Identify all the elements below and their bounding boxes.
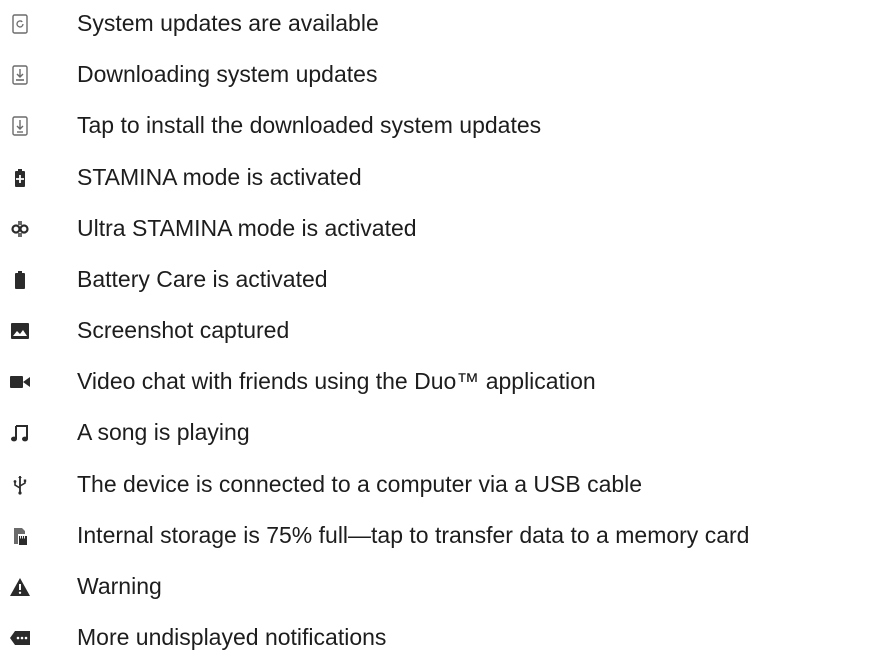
list-item-label: Battery Care is activated <box>77 266 328 292</box>
list-item: Battery Care is activated <box>0 259 882 299</box>
list-item: More undisplayed notifications <box>0 617 882 657</box>
ultra-stamina-icon <box>9 218 31 240</box>
list-item: Ultra STAMINA mode is activated <box>0 208 882 248</box>
screenshot-image-icon <box>9 320 31 342</box>
system-update-install-icon <box>9 115 31 137</box>
storage-card-icon <box>9 525 31 547</box>
system-update-available-icon <box>9 13 31 35</box>
list-item-label: Screenshot captured <box>77 317 290 343</box>
usb-icon <box>9 474 31 496</box>
list-item: Warning <box>0 566 882 606</box>
list-item: Tap to install the downloaded system upd… <box>0 105 882 145</box>
list-item: A song is playing <box>0 412 882 452</box>
video-camera-icon <box>9 371 31 393</box>
system-update-downloading-icon <box>9 64 31 86</box>
list-item: System updates are available <box>0 3 882 43</box>
list-item-label: The device is connected to a computer vi… <box>77 471 643 497</box>
stamina-battery-icon <box>9 167 31 189</box>
warning-icon <box>9 576 31 598</box>
list-item-label: Ultra STAMINA mode is activated <box>77 215 417 241</box>
list-item-label: Warning <box>77 573 162 599</box>
music-note-icon <box>9 422 31 444</box>
list-item: Video chat with friends using the Duo™ a… <box>0 361 882 401</box>
list-item-label: More undisplayed notifications <box>77 624 387 650</box>
list-item: Screenshot captured <box>0 310 882 350</box>
list-item-label: System updates are available <box>77 10 379 36</box>
list-item-label: A song is playing <box>77 419 250 445</box>
list-item: STAMINA mode is activated <box>0 157 882 197</box>
list-item-label: Internal storage is 75% full—tap to tran… <box>77 522 750 548</box>
list-item: Downloading system updates <box>0 54 882 94</box>
more-notifications-icon <box>9 627 31 649</box>
battery-care-icon <box>9 269 31 291</box>
list-item-label: Downloading system updates <box>77 61 378 87</box>
list-item-label: Video chat with friends using the Duo™ a… <box>77 368 596 394</box>
list-item: The device is connected to a computer vi… <box>0 464 882 504</box>
list-item-label: Tap to install the downloaded system upd… <box>77 112 542 138</box>
list-item: Internal storage is 75% full—tap to tran… <box>0 515 882 555</box>
list-item-label: STAMINA mode is activated <box>77 164 362 190</box>
